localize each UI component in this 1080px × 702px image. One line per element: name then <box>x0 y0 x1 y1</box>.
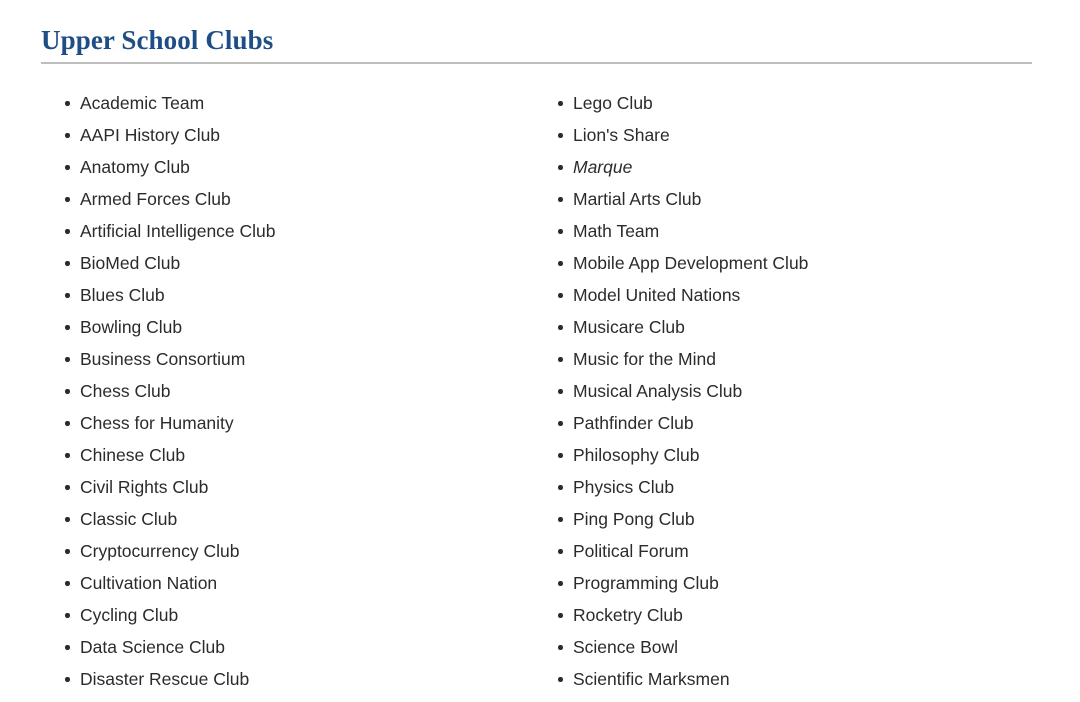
club-list-item: Chess for Humanity <box>41 407 534 439</box>
club-list-item: BioMed Club <box>41 247 534 279</box>
club-list-item: Cryptocurrency Club <box>41 535 534 567</box>
club-list-item: Lego Club <box>534 87 1014 119</box>
club-list-item: Chess Club <box>41 375 534 407</box>
clubs-columns: Academic Team AAPI History Club Anatomy Cl… <box>41 87 1039 695</box>
club-list-item: Musical Analysis Club <box>534 375 1014 407</box>
club-list-item: Programming Club <box>534 567 1014 599</box>
clubs-column-right: Lego Club Lion's Share Marque Martial Arts … <box>534 87 1014 695</box>
club-list-item: Rocketry Club <box>534 599 1014 631</box>
title-divider <box>41 62 1032 65</box>
club-list-item: Math Team <box>534 215 1014 247</box>
club-list-item: Scientific Marksmen <box>534 663 1014 695</box>
club-list-item: Chinese Club <box>41 439 534 471</box>
clubs-page: Upper School Clubs Academic Team AAPI His… <box>0 0 1080 702</box>
page-title: Upper School Clubs <box>41 25 274 55</box>
page-content: Upper School Clubs Academic Team AAPI His… <box>0 0 1080 695</box>
club-list-item: Cultivation Nation <box>41 567 534 599</box>
club-list-item: Classic Club <box>41 503 534 535</box>
club-list-item: Bowling Club <box>41 311 534 343</box>
clubs-list-right: Lego Club Lion's Share Marque Martial Arts … <box>534 87 1014 695</box>
club-list-item: Blues Club <box>41 279 534 311</box>
club-list-item: Ping Pong Club <box>534 503 1014 535</box>
club-list-item: Physics Club <box>534 471 1014 503</box>
club-list-item: Business Consortium <box>41 343 534 375</box>
clubs-list-left: Academic Team AAPI History Club Anatomy Cl… <box>41 87 534 695</box>
club-list-item: Artificial Intelligence Club <box>41 215 534 247</box>
club-list-item: Armed Forces Club <box>41 183 534 215</box>
club-list-item: Civil Rights Club <box>41 471 534 503</box>
club-list-item: Science Bowl <box>534 631 1014 663</box>
club-list-item: Pathfinder Club <box>534 407 1014 439</box>
club-list-item: Model United Nations <box>534 279 1014 311</box>
clubs-column-left: Academic Team AAPI History Club Anatomy Cl… <box>41 87 534 695</box>
club-list-item: Mobile App Development Club <box>534 247 1014 279</box>
club-list-item: Anatomy Club <box>41 151 534 183</box>
club-list-item: Academic Team <box>41 87 534 119</box>
club-list-item: Data Science Club <box>41 631 534 663</box>
club-list-item: Philosophy Club <box>534 439 1014 471</box>
club-list-item: Cycling Club <box>41 599 534 631</box>
club-list-item: AAPI History Club <box>41 119 534 151</box>
club-list-item: Marque <box>534 151 1014 183</box>
club-list-item: Martial Arts Club <box>534 183 1014 215</box>
club-list-item: Lion's Share <box>534 119 1014 151</box>
club-list-item: Disaster Rescue Club <box>41 663 534 695</box>
club-list-item: Musicare Club <box>534 311 1014 343</box>
club-list-item: Political Forum <box>534 535 1014 567</box>
club-list-item: Music for the Mind <box>534 343 1014 375</box>
